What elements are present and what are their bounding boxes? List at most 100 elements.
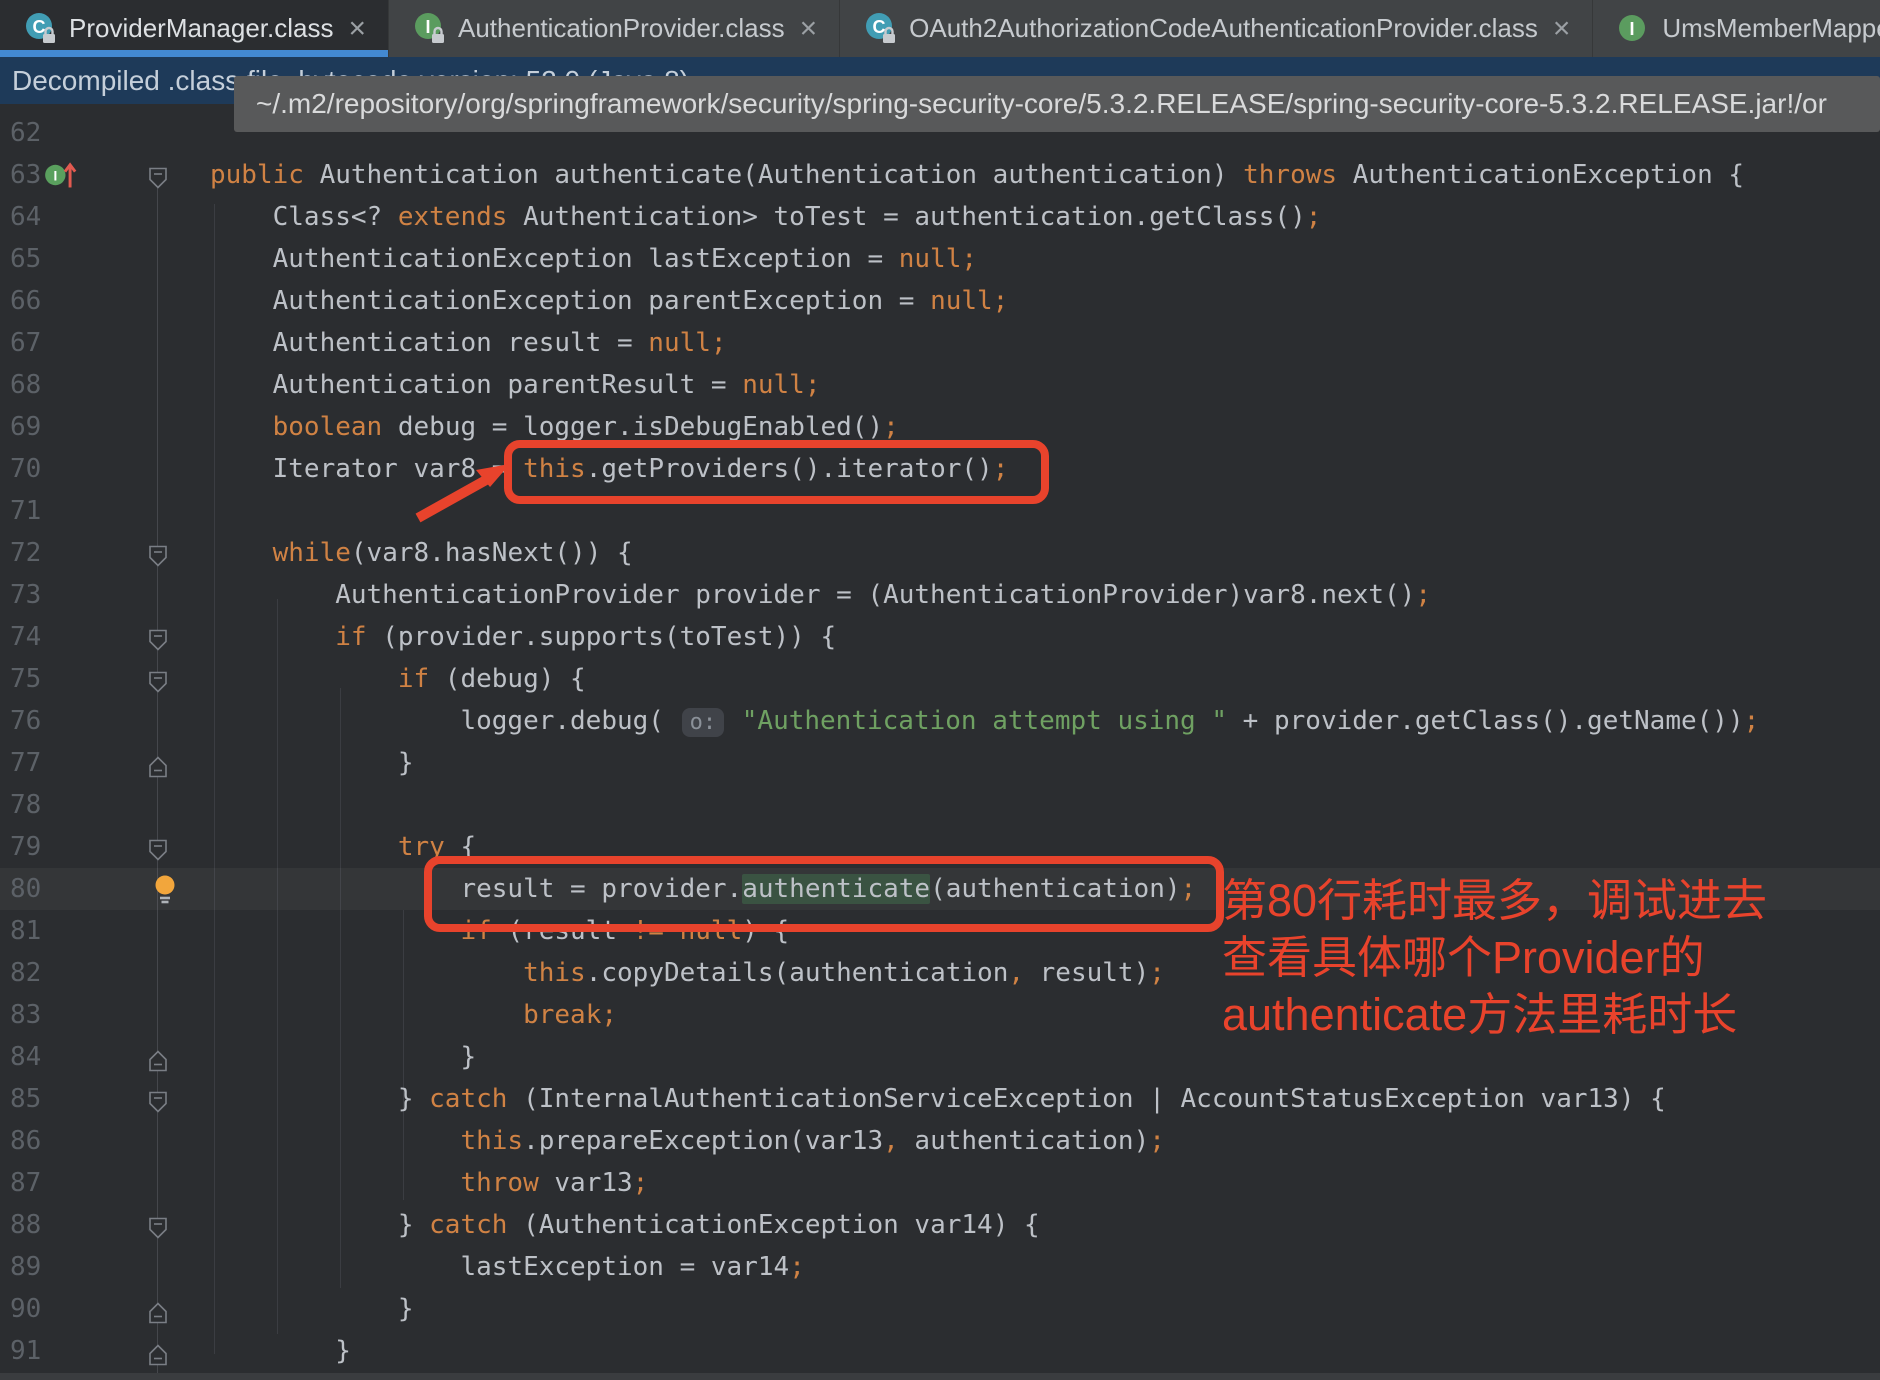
code-line[interactable]: 64 Class<? extends Authentication> toTes… [0, 196, 1880, 238]
code-text: result = provider.authenticate(authentic… [210, 868, 1196, 910]
close-icon[interactable]: × [1553, 14, 1571, 44]
code-text: logger.debug( o: "Authentication attempt… [210, 700, 1759, 744]
code-line[interactable]: 76 logger.debug( o: "Authentication atte… [0, 700, 1880, 742]
class-icon: C [862, 11, 898, 47]
code-line[interactable]: 70 Iterator var8 = this.getProviders().i… [0, 448, 1880, 490]
code-line[interactable]: 78 [0, 784, 1880, 826]
fold-marker-icon[interactable] [146, 624, 170, 649]
interface-icon: I [1615, 11, 1651, 47]
code-line[interactable]: 65 AuthenticationException lastException… [0, 238, 1880, 280]
svg-text:I: I [425, 17, 430, 37]
tab-label: ProviderManager.class [69, 13, 333, 44]
line-number: 86 [10, 1120, 41, 1162]
code-line[interactable]: 89 lastException = var14; [0, 1246, 1880, 1288]
code-line[interactable]: 66 AuthenticationException parentExcepti… [0, 280, 1880, 322]
code-text: break; [210, 994, 617, 1036]
code-text: } [210, 1036, 476, 1078]
code-line[interactable]: 84 } [0, 1036, 1880, 1078]
line-number: 71 [10, 490, 41, 532]
line-number: 66 [10, 280, 41, 322]
code-line[interactable]: 69 boolean debug = logger.isDebugEnabled… [0, 406, 1880, 448]
close-icon[interactable]: × [800, 14, 818, 44]
code-line[interactable]: 79 try { [0, 826, 1880, 868]
line-number: 75 [10, 658, 41, 700]
line-number: 76 [10, 700, 41, 742]
fold-marker-icon[interactable] [146, 162, 170, 187]
line-number: 73 [10, 574, 41, 616]
fold-marker-icon[interactable] [146, 834, 170, 859]
fold-marker-icon[interactable] [146, 666, 170, 691]
code-text: Authentication result = null; [210, 322, 727, 364]
fold-marker-icon[interactable] [146, 1044, 170, 1069]
code-text: boolean debug = logger.isDebugEnabled(); [210, 406, 899, 448]
svg-text:C: C [33, 17, 46, 37]
tab-oauth2-provider[interactable]: C OAuth2AuthorizationCodeAuthenticationP… [840, 0, 1593, 57]
fold-marker-icon[interactable] [146, 540, 170, 565]
code-line[interactable]: 68 Authentication parentResult = null; [0, 364, 1880, 406]
svg-text:C: C [873, 17, 886, 37]
code-text: } [210, 1330, 351, 1372]
override-marker-icon[interactable]: I [44, 158, 78, 192]
tab-authentication-provider[interactable]: I AuthenticationProvider.class × [389, 0, 840, 57]
code-text: } catch (AuthenticationException var14) … [210, 1204, 1040, 1246]
line-number: 80 [10, 868, 41, 910]
file-path: ~/.m2/repository/org/springframework/sec… [256, 88, 1827, 119]
code-line[interactable]: 81 if (result != null) { [0, 910, 1880, 952]
line-number: 85 [10, 1078, 41, 1120]
fold-marker-icon[interactable] [146, 1296, 170, 1321]
code-line[interactable]: 75 if (debug) { [0, 658, 1880, 700]
line-number: 81 [10, 910, 41, 952]
fold-marker-icon[interactable] [146, 1212, 170, 1237]
code-line[interactable]: 87 throw var13; [0, 1162, 1880, 1204]
code-line[interactable]: 85 } catch (InternalAuthenticationServic… [0, 1078, 1880, 1120]
code-line[interactable]: 88 } catch (AuthenticationException var1… [0, 1204, 1880, 1246]
line-number: 69 [10, 406, 41, 448]
code-editor[interactable]: 6263Ipublic Authentication authenticate(… [0, 104, 1880, 1380]
line-number: 64 [10, 196, 41, 238]
line-number: 89 [10, 1246, 41, 1288]
code-text: while(var8.hasNext()) { [210, 532, 633, 574]
code-text: this.copyDetails(authentication, result)… [210, 952, 1165, 994]
close-icon[interactable]: × [348, 14, 366, 44]
file-path-tooltip: ~/.m2/repository/org/springframework/sec… [234, 76, 1880, 132]
code-line[interactable]: 80 result = provider.authenticate(authen… [0, 868, 1880, 910]
tab-label: OAuth2AuthorizationCodeAuthenticationPro… [909, 13, 1538, 44]
code-text: AuthenticationException lastException = … [210, 238, 977, 280]
code-line[interactable]: 72 while(var8.hasNext()) { [0, 532, 1880, 574]
fold-marker-icon[interactable] [146, 1338, 170, 1363]
editor-tab-bar: C ProviderManager.class × I Authenticati… [0, 0, 1880, 57]
code-text: } [210, 1288, 414, 1330]
code-text: Class<? extends Authentication> toTest =… [210, 196, 1321, 238]
code-line[interactable]: 67 Authentication result = null; [0, 322, 1880, 364]
code-text: this.prepareException(var13, authenticat… [210, 1120, 1165, 1162]
code-text: if (provider.supports(toTest)) { [210, 616, 836, 658]
line-number: 77 [10, 742, 41, 784]
code-line[interactable]: 77 } [0, 742, 1880, 784]
intention-bulb-icon[interactable] [152, 874, 178, 906]
code-line[interactable]: 82 this.copyDetails(authentication, resu… [0, 952, 1880, 994]
code-line[interactable]: 73 AuthenticationProvider provider = (Au… [0, 574, 1880, 616]
code-line[interactable]: 91 } [0, 1330, 1880, 1372]
code-line[interactable]: 71 [0, 490, 1880, 532]
code-text: try { [210, 826, 476, 868]
tab-ums-member-mapper[interactable]: I UmsMemberMapper.java × [1593, 0, 1880, 57]
code-text: Iterator var8 = this.getProviders().iter… [210, 448, 1008, 490]
scrollbar-horizontal[interactable] [0, 1373, 1880, 1380]
code-line[interactable]: 63Ipublic Authentication authenticate(Au… [0, 154, 1880, 196]
code-line[interactable]: 90 } [0, 1288, 1880, 1330]
tab-provider-manager[interactable]: C ProviderManager.class × [0, 0, 389, 57]
code-text: if (debug) { [210, 658, 586, 700]
code-text: } [210, 742, 414, 784]
code-text: lastException = var14; [210, 1246, 805, 1288]
code-text: AuthenticationProvider provider = (Authe… [210, 574, 1431, 616]
fold-marker-icon[interactable] [146, 1086, 170, 1111]
fold-marker-icon[interactable] [146, 750, 170, 775]
code-text: public Authentication authenticate(Authe… [210, 154, 1744, 196]
line-number: 67 [10, 322, 41, 364]
code-text: } catch (InternalAuthenticationServiceEx… [210, 1078, 1666, 1120]
line-number: 74 [10, 616, 41, 658]
code-line[interactable]: 86 this.prepareException(var13, authenti… [0, 1120, 1880, 1162]
svg-text:I: I [53, 169, 57, 184]
code-line[interactable]: 83 break; [0, 994, 1880, 1036]
code-line[interactable]: 74 if (provider.supports(toTest)) { [0, 616, 1880, 658]
